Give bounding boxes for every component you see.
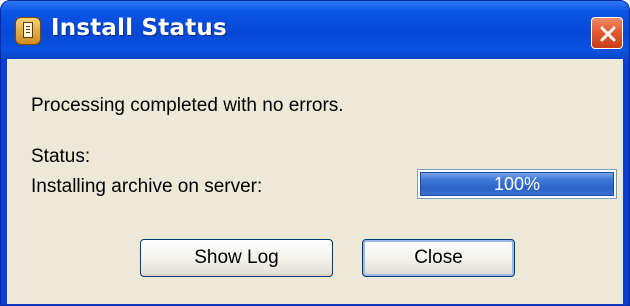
status-label: Status:: [31, 146, 91, 167]
window-title: Install Status: [51, 15, 227, 41]
dialog-body: Processing completed with no errors. Sta…: [7, 59, 623, 304]
close-button[interactable]: Close: [362, 239, 515, 277]
show-log-button[interactable]: Show Log: [140, 239, 333, 277]
title-bar[interactable]: Install Status: [1, 1, 629, 59]
install-progress-bar: 100%: [417, 169, 617, 199]
result-message: Processing completed with no errors.: [31, 95, 344, 116]
close-window-button[interactable]: [591, 17, 623, 49]
close-icon: [600, 26, 616, 42]
task-label: Installing archive on server:: [31, 176, 263, 197]
progress-text: 100%: [493, 174, 541, 194]
setup-package-icon: [15, 17, 41, 45]
install-status-dialog: Install Status Processing completed with…: [0, 0, 630, 306]
